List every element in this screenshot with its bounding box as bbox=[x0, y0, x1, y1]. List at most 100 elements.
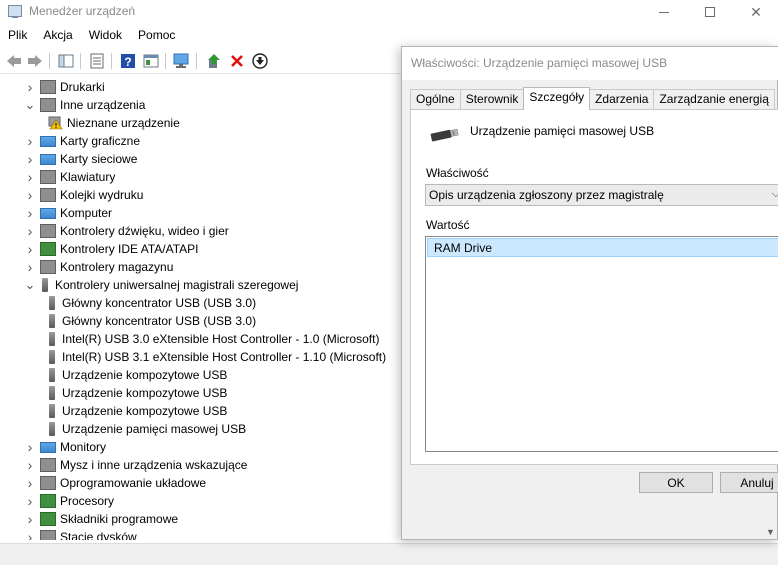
tree-category[interactable]: › Drukarki bbox=[24, 78, 105, 96]
software-component-icon bbox=[40, 512, 56, 526]
chevron-right-icon[interactable]: › bbox=[24, 510, 36, 528]
dialog-title-bar[interactable]: Właściwości: Urządzenie pamięci masowej … bbox=[402, 47, 778, 80]
tree-item-label: Urządzenie kompozytowe USB bbox=[62, 386, 228, 400]
tree-device[interactable]: Główny koncentrator USB (USB 3.0) bbox=[43, 294, 256, 312]
firmware-icon bbox=[40, 476, 56, 490]
tree-item-label: Kolejki wydruku bbox=[60, 188, 144, 202]
tree-category[interactable]: › Stacje dysków bbox=[24, 528, 137, 540]
menu-bar: Plik Akcja Widok Pomoc bbox=[0, 26, 183, 46]
storage-controller-icon bbox=[40, 260, 56, 274]
chevron-right-icon[interactable]: › bbox=[24, 132, 36, 150]
chevron-right-icon[interactable]: › bbox=[24, 204, 36, 222]
menu-view[interactable]: Widok bbox=[81, 26, 130, 46]
tab-general[interactable]: Ogólne bbox=[410, 89, 461, 109]
properties-button[interactable] bbox=[87, 51, 107, 71]
tree-device[interactable]: Główny koncentrator USB (USB 3.0) bbox=[43, 312, 256, 330]
action-view-button[interactable] bbox=[141, 51, 161, 71]
status-bar bbox=[0, 543, 778, 565]
chevron-right-icon[interactable]: › bbox=[24, 78, 36, 96]
chevron-right-icon[interactable]: › bbox=[24, 474, 36, 492]
property-selected-value: Opis urządzenia zgłoszony przez magistra… bbox=[429, 188, 664, 202]
tab-power-management[interactable]: Zarządzanie energią bbox=[653, 89, 775, 109]
update-driver-button[interactable] bbox=[204, 51, 224, 71]
help-button[interactable]: ? bbox=[118, 51, 138, 71]
menu-file[interactable]: Plik bbox=[0, 26, 35, 46]
forward-button[interactable] bbox=[25, 51, 45, 71]
back-button[interactable] bbox=[4, 51, 24, 71]
tree-category[interactable]: › Kontrolery dźwięku, wideo i gier bbox=[24, 222, 229, 240]
mouse-icon bbox=[40, 458, 56, 472]
tree-item-label: Główny koncentrator USB (USB 3.0) bbox=[62, 314, 257, 328]
menu-help[interactable]: Pomoc bbox=[130, 26, 183, 46]
tree-device[interactable]: Urządzenie kompozytowe USB bbox=[43, 402, 227, 420]
tree-category[interactable]: › Monitory bbox=[24, 438, 106, 456]
chevron-right-icon[interactable]: › bbox=[24, 222, 36, 240]
chevron-down-icon[interactable]: ⌄ bbox=[24, 96, 36, 114]
usb-icon bbox=[49, 350, 55, 364]
chevron-down-icon: ⌵ bbox=[771, 188, 778, 200]
tree-item-label: Stacje dysków bbox=[60, 530, 137, 540]
device-manager-icon bbox=[8, 5, 22, 18]
tree-category[interactable]: › Karty sieciowe bbox=[24, 150, 138, 168]
display-adapter-icon bbox=[40, 135, 56, 147]
tab-details[interactable]: Szczegóły bbox=[523, 87, 591, 110]
chevron-right-icon[interactable]: › bbox=[24, 150, 36, 168]
disable-device-button[interactable] bbox=[250, 51, 270, 71]
chevron-right-icon[interactable]: › bbox=[24, 186, 36, 204]
chevron-right-icon[interactable]: › bbox=[24, 438, 36, 456]
tree-device[interactable]: Intel(R) USB 3.0 eXtensible Host Control… bbox=[43, 330, 379, 348]
tree-item-label: Klawiatury bbox=[60, 170, 116, 184]
usb-icon bbox=[49, 404, 55, 418]
chevron-right-icon[interactable]: › bbox=[24, 456, 36, 474]
tree-item-label: Kontrolery uniwersalnej magistrali szere… bbox=[55, 278, 299, 292]
title-bar: Menedżer urządzeń ✕ bbox=[0, 0, 778, 24]
chevron-right-icon[interactable]: › bbox=[24, 528, 36, 540]
chevron-right-icon[interactable]: › bbox=[24, 258, 36, 276]
tree-device[interactable]: Intel(R) USB 3.1 eXtensible Host Control… bbox=[43, 348, 386, 366]
tree-category[interactable]: › Komputer bbox=[24, 204, 112, 222]
tree-category[interactable]: › Klawiatury bbox=[24, 168, 116, 186]
minimize-icon bbox=[659, 11, 669, 13]
property-dropdown[interactable]: Opis urządzenia zgłoszony przez magistra… bbox=[425, 184, 778, 206]
scroll-down-icon[interactable]: ▼ bbox=[766, 527, 775, 537]
chevron-right-icon[interactable]: › bbox=[24, 240, 36, 258]
tree-category[interactable]: › Procesory bbox=[24, 492, 114, 510]
tree-device[interactable]: Urządzenie kompozytowe USB bbox=[43, 366, 227, 384]
value-list-item[interactable]: RAM Drive bbox=[427, 238, 778, 257]
tree-device[interactable]: Urządzenie pamięci masowej USB bbox=[43, 420, 246, 438]
tab-events[interactable]: Zdarzenia bbox=[589, 89, 655, 109]
chevron-down-icon[interactable]: ⌄ bbox=[24, 276, 36, 294]
view-details-icon bbox=[143, 54, 159, 68]
tree-category[interactable]: › Kontrolery magazynu bbox=[24, 258, 174, 276]
tree-item-label: Monitory bbox=[60, 440, 107, 454]
tree-category[interactable]: › Składniki programowe bbox=[24, 510, 178, 528]
speaker-icon bbox=[40, 224, 56, 238]
tree-category[interactable]: ⌄ Inne urządzenia bbox=[24, 96, 145, 114]
menu-action[interactable]: Akcja bbox=[35, 26, 80, 46]
chevron-right-icon[interactable]: › bbox=[24, 168, 36, 186]
close-button[interactable]: ✕ bbox=[733, 0, 778, 24]
tree-item-label: Mysz i inne urządzenia wskazujące bbox=[60, 458, 248, 472]
computer-icon bbox=[40, 207, 56, 219]
maximize-button[interactable] bbox=[687, 0, 733, 24]
tab-driver[interactable]: Sterownik bbox=[459, 89, 525, 109]
tree-category[interactable]: › Kontrolery IDE ATA/ATAPI bbox=[24, 240, 199, 258]
show-hide-tree-button[interactable] bbox=[56, 51, 76, 71]
tree-category[interactable]: ⌄ Kontrolery uniwersalnej magistrali szer… bbox=[24, 276, 298, 294]
cancel-button[interactable]: Anuluj bbox=[720, 472, 778, 493]
tree-category[interactable]: › Oprogramowanie układowe bbox=[24, 474, 206, 492]
keyboard-icon bbox=[40, 170, 56, 184]
tree-category[interactable]: › Karty graficzne bbox=[24, 132, 140, 150]
chevron-right-icon[interactable]: › bbox=[24, 492, 36, 510]
tree-device[interactable]: Urządzenie kompozytowe USB bbox=[43, 384, 227, 402]
uninstall-button[interactable] bbox=[227, 51, 247, 71]
value-listbox[interactable]: RAM Drive bbox=[425, 236, 778, 452]
dialog-title: Właściwości: Urządzenie pamięci masowej … bbox=[411, 56, 668, 70]
tree-category[interactable]: › Mysz i inne urządzenia wskazujące bbox=[24, 456, 248, 474]
minimize-button[interactable] bbox=[641, 0, 687, 24]
printer-icon bbox=[40, 80, 56, 94]
tree-category[interactable]: › Kolejki wydruku bbox=[24, 186, 144, 204]
tree-device[interactable]: Nieznane urządzenie bbox=[43, 114, 180, 132]
ok-button[interactable]: OK bbox=[639, 472, 713, 493]
scan-hardware-button[interactable] bbox=[172, 51, 192, 71]
